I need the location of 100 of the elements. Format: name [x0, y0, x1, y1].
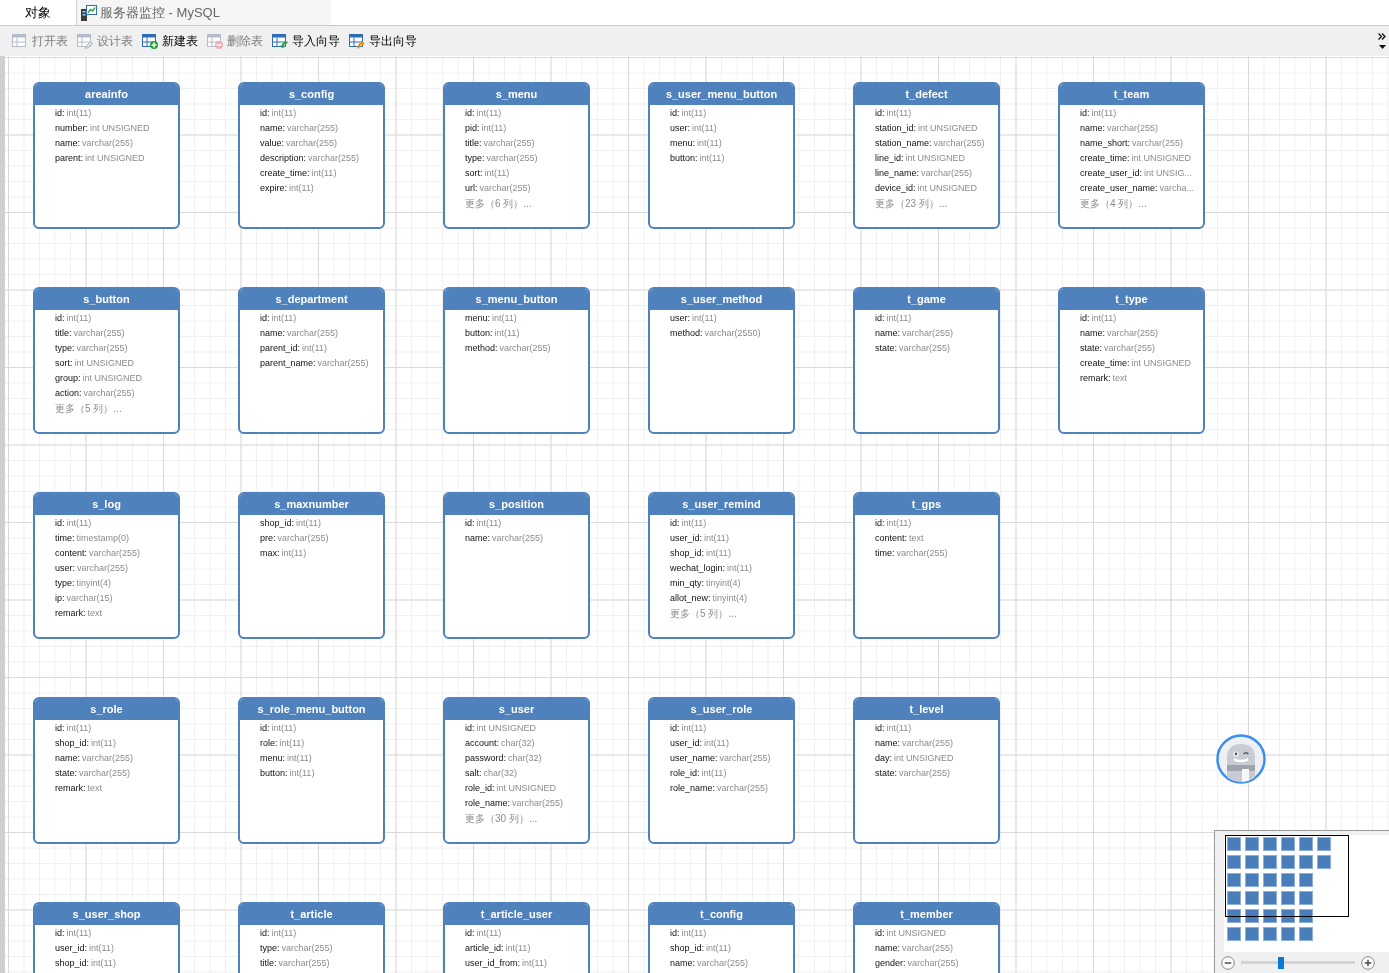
- more-columns-text: 更多（5 列）...: [55, 402, 122, 416]
- zoom-slider-track[interactable]: [1241, 956, 1355, 969]
- table-field: menu: int(11): [260, 751, 312, 766]
- table-field: id: int(11): [260, 926, 297, 941]
- table-field: id: int UNSIGNED: [465, 721, 537, 736]
- table-field: parent_name: varchar(255): [260, 356, 369, 371]
- table-field: pid: int(11): [465, 121, 507, 136]
- table-title: s_log: [35, 494, 178, 515]
- minimap-tile: [1245, 855, 1259, 869]
- table-field: state: varchar(255): [875, 766, 951, 781]
- table-field: state: varchar(255): [875, 341, 951, 356]
- table-field: create_user_id: int UNSIG...: [1080, 166, 1193, 181]
- zoom-slider-thumb[interactable]: [1277, 956, 1284, 969]
- minimap-tile: [1227, 855, 1241, 869]
- table-field: parent_id: int(11): [260, 341, 327, 356]
- monitor-chart-icon: [81, 4, 97, 21]
- table-field: state: varchar(255): [55, 766, 131, 781]
- mascot-icon[interactable]: [1216, 734, 1266, 784]
- table-field: id: int(11): [465, 106, 502, 121]
- table-field: pre: varchar(255): [260, 531, 329, 546]
- table-field: account: char(32): [465, 736, 535, 751]
- minimap-tile: [1281, 873, 1295, 887]
- table-title: t_gps: [855, 494, 998, 515]
- minimap-tile: [1281, 927, 1295, 941]
- minimap-tile: [1227, 909, 1241, 923]
- table-title: t_article: [240, 904, 383, 925]
- table-field: id: int UNSIGNED: [875, 926, 947, 941]
- table-field: time: varchar(255): [875, 546, 948, 561]
- table-title: t_member: [855, 904, 998, 925]
- table-title: s_role: [35, 699, 178, 720]
- more-columns-text: 更多（30 列）...: [465, 812, 538, 826]
- table-field: id: int(11): [55, 106, 92, 121]
- table-title: s_department: [240, 289, 383, 310]
- table-field: id: int(11): [875, 106, 912, 121]
- minimap-tile: [1299, 909, 1313, 923]
- table-field: type: varchar(255): [55, 341, 128, 356]
- table-field: title: varchar(255): [55, 326, 125, 341]
- table-field: min_qty: tinyint(4): [670, 576, 741, 591]
- export-wizard-button[interactable]: 导出向导: [349, 30, 417, 52]
- table-field: role: int(11): [260, 736, 305, 751]
- table-field: user_id_from: int(11): [465, 956, 547, 971]
- more-columns-text: 更多（23 列）...: [875, 197, 948, 211]
- table-field: button: int(11): [670, 151, 725, 166]
- table-field: shop_id: int(11): [260, 516, 321, 531]
- table-field: password: char(32): [465, 751, 542, 766]
- table-field: name: varchar(255): [875, 326, 954, 341]
- minimap-tile: [1299, 837, 1313, 851]
- table-field: role_id: int UNSIGNED: [465, 781, 557, 796]
- table-field: id: int(11): [55, 926, 92, 941]
- minimap-tile: [1317, 837, 1331, 851]
- minimap-tile: [1299, 891, 1313, 905]
- table-field: description: varchar(255): [260, 151, 360, 166]
- table-title: s_menu: [445, 84, 588, 105]
- minimap-viewport-frame[interactable]: [1225, 835, 1349, 917]
- table-field: user_id: int(11): [670, 736, 729, 751]
- table-field: role_name: varchar(255): [465, 796, 564, 811]
- table-field: device_id: int UNSIGNED: [875, 181, 978, 196]
- tab[interactable]: 服务器监控 - MySQL: [76, 0, 331, 25]
- table-field: create_time: int UNSIGNED: [1080, 356, 1192, 371]
- table-field: line_name: varchar(255): [875, 166, 973, 181]
- minimap-tile: [1227, 837, 1241, 851]
- minimap-tile: [1281, 891, 1295, 905]
- table-field: gender: varchar(255): [875, 956, 959, 971]
- table-field: shop_id: int(11): [670, 941, 731, 956]
- table-title: t_defect: [855, 84, 998, 105]
- table-field: user_id: int(11): [55, 941, 114, 956]
- table-field: id: int(11): [875, 516, 912, 531]
- minimap-tile: [1299, 927, 1313, 941]
- import-wizard-button[interactable]: 导入向导: [272, 30, 340, 52]
- table-field: url: varchar(255): [465, 181, 531, 196]
- table-field: type: varchar(255): [260, 941, 333, 956]
- minimap-tile: [1263, 837, 1277, 851]
- table-field: day: int UNSIGNED: [875, 751, 954, 766]
- new-table-button[interactable]: 新建表: [142, 30, 198, 52]
- table-field: id: int(11): [670, 721, 707, 736]
- table-title: s_role_menu_button: [240, 699, 383, 720]
- minimap-tile: [1245, 837, 1259, 851]
- table-field: name: varchar(255): [670, 956, 749, 971]
- table-field: shop_id: int(11): [55, 736, 116, 751]
- table-field: create_user_name: varcha...: [1080, 181, 1195, 196]
- table-field: remark: text: [55, 781, 103, 796]
- table-field: name: varchar(255): [1080, 326, 1159, 341]
- zoom-in-icon[interactable]: [1361, 955, 1375, 970]
- table-title: t_config: [650, 904, 793, 925]
- table-title: t_team: [1060, 84, 1203, 105]
- table-title: s_menu_button: [445, 289, 588, 310]
- table-field: expire: int(11): [260, 181, 314, 196]
- table-title: s_user_shop: [35, 904, 178, 925]
- table-field: remark: text: [1080, 371, 1128, 386]
- zoom-out-icon[interactable]: [1221, 955, 1235, 970]
- more-columns-text: 更多（6 列）...: [465, 197, 532, 211]
- table-field: id: int(11): [260, 106, 297, 121]
- table-title: t_level: [855, 699, 998, 720]
- chevrons-right-icon[interactable]: [1378, 33, 1386, 40]
- table-field: id: int(11): [55, 721, 92, 736]
- minimap-tile: [1227, 873, 1241, 887]
- table-field: name: varchar(255): [465, 531, 544, 546]
- dropdown-caret-icon[interactable]: [1378, 45, 1386, 49]
- table-field: name: varchar(255): [260, 326, 339, 341]
- table-field: article_id: int(11): [465, 941, 531, 956]
